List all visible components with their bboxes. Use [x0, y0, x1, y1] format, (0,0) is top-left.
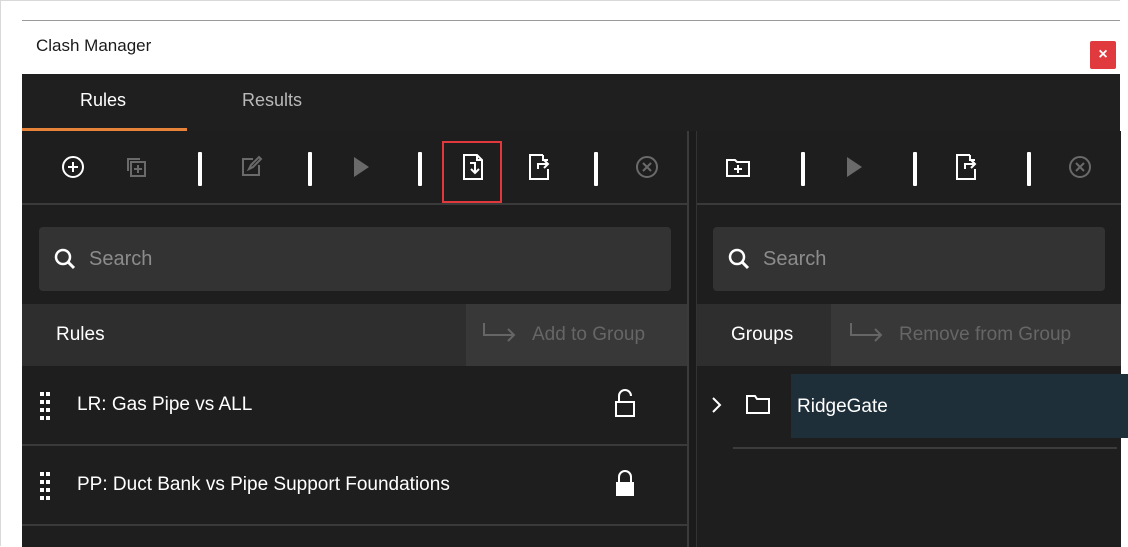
rule-row[interactable]: PP: Duct Bank vs Pipe Support Foundation…: [22, 446, 687, 526]
search-icon: [728, 248, 750, 270]
edit-icon: [242, 155, 263, 176]
title-bar: Clash Manager ×: [22, 21, 1120, 73]
content-area: Rules Add to Group LR: Gas Pipe vs ALL: [22, 131, 1128, 547]
divider: [733, 447, 1117, 449]
cancel-button[interactable]: [1059, 147, 1101, 187]
add-folder-icon: [726, 159, 750, 177]
rules-toolbar: [22, 131, 687, 205]
run-icon: [354, 157, 369, 177]
screenshot-border-top: [0, 0, 1120, 1]
export-rules-button[interactable]: [518, 147, 560, 187]
folder-icon: [746, 395, 770, 414]
groups-pane: Groups Remove from Group RidgeGate: [696, 131, 1128, 547]
rule-label: LR: Gas Pipe vs ALL: [77, 394, 253, 415]
search-icon: [54, 248, 76, 270]
cancel-circle-icon: [1069, 156, 1091, 178]
rules-list-header: Rules Add to Group: [22, 304, 687, 366]
close-button[interactable]: ×: [1090, 41, 1116, 69]
rule-row[interactable]: LR: Gas Pipe vs ALL: [22, 366, 687, 446]
export-groups-button[interactable]: [945, 147, 987, 187]
export-icon: [956, 154, 977, 180]
drag-handle-icon[interactable]: [40, 392, 50, 420]
group-tree-item[interactable]: RidgeGate: [707, 374, 1128, 442]
toolbar-separator: [913, 152, 917, 186]
drag-handle-icon[interactable]: [40, 472, 50, 500]
toolbar-separator: [594, 152, 598, 186]
add-group-button[interactable]: [717, 147, 759, 187]
cancel-button[interactable]: [626, 147, 668, 187]
locked-lock-icon[interactable]: [614, 468, 636, 498]
add-to-group-button[interactable]: Add to Group: [466, 304, 687, 366]
unlocked-lock-icon[interactable]: [614, 388, 636, 418]
group-label: RidgeGate: [797, 396, 888, 417]
cancel-circle-icon: [636, 156, 658, 178]
groups-toolbar: [697, 131, 1121, 205]
return-arrow-icon: [482, 322, 518, 348]
copy-icon: [127, 158, 146, 177]
add-circle-icon: [62, 156, 84, 178]
copy-rule-button[interactable]: [115, 147, 157, 187]
groups-search-box[interactable]: [713, 227, 1105, 291]
tab-results[interactable]: Results: [242, 90, 302, 111]
run-rule-button[interactable]: [340, 147, 382, 187]
run-group-button[interactable]: [833, 147, 875, 187]
screenshot-border-left: [0, 0, 1, 546]
remove-from-group-label: Remove from Group: [899, 324, 1072, 345]
rules-search-box[interactable]: [39, 227, 671, 291]
groups-header-label: Groups: [731, 324, 794, 345]
toolbar-separator: [801, 152, 805, 186]
groups-list-header: Groups Remove from Group: [697, 304, 1121, 366]
remove-from-group-button[interactable]: Remove from Group: [831, 304, 1121, 366]
rules-header-label: Rules: [56, 324, 105, 345]
tab-bar: Rules Results: [22, 74, 1120, 131]
add-rule-button[interactable]: [52, 147, 94, 187]
tab-rules[interactable]: Rules: [80, 90, 126, 111]
run-icon: [847, 157, 862, 177]
add-to-group-label: Add to Group: [532, 324, 646, 345]
chevron-right-icon[interactable]: [711, 394, 723, 416]
rules-pane: Rules Add to Group LR: Gas Pipe vs ALL: [22, 131, 689, 547]
import-rules-button[interactable]: [452, 147, 494, 187]
toolbar-separator: [198, 152, 202, 186]
edit-rule-button[interactable]: [230, 147, 272, 187]
window-title: Clash Manager: [36, 36, 152, 55]
export-icon: [529, 154, 550, 180]
toolbar-separator: [1027, 152, 1031, 186]
rules-search-input[interactable]: [89, 248, 389, 271]
return-arrow-icon: [849, 322, 885, 348]
toolbar-separator: [308, 152, 312, 186]
import-icon: [463, 154, 483, 180]
toolbar-separator: [418, 152, 422, 186]
clash-manager-window: Clash Manager × Rules Results Search Rul…: [22, 20, 1128, 547]
rule-label: PP: Duct Bank vs Pipe Support Foundation…: [77, 474, 450, 495]
groups-search-input[interactable]: [763, 248, 1063, 271]
